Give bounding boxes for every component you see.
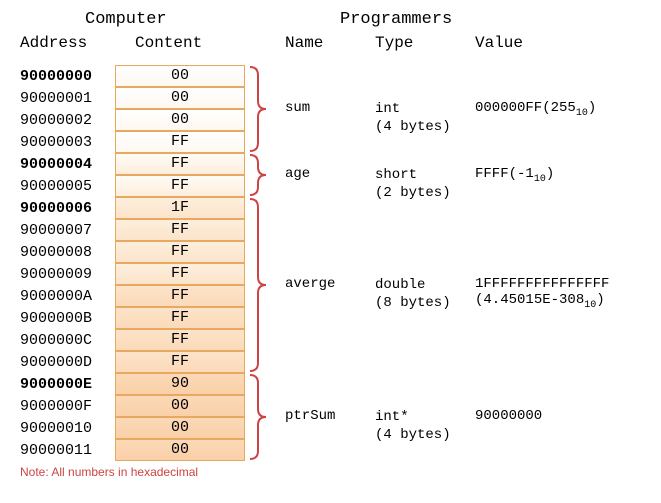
table-row: 9000000BFF: [20, 307, 245, 329]
table-row: 9000000200: [20, 109, 245, 131]
address-cell: 90000000: [20, 68, 115, 85]
content-cell: FF: [115, 241, 245, 263]
table-row: 90000003FF: [20, 131, 245, 153]
address-cell: 90000004: [20, 156, 115, 173]
content-cell: FF: [115, 307, 245, 329]
content-cell: 90: [115, 373, 245, 395]
table-row: 9000000CFF: [20, 329, 245, 351]
header-address: Address: [20, 34, 87, 52]
address-cell: 9000000E: [20, 376, 115, 393]
table-row: 9000000E90: [20, 373, 245, 395]
table-row: 90000004FF: [20, 153, 245, 175]
variable-name: age: [285, 166, 310, 182]
table-row: 90000009FF: [20, 263, 245, 285]
brace-icon: [248, 197, 268, 373]
content-cell: FF: [115, 175, 245, 197]
table-row: 900000061F: [20, 197, 245, 219]
header-computer: Computer: [85, 10, 167, 29]
variable-value: 90000000: [475, 408, 542, 424]
address-cell: 90000002: [20, 112, 115, 129]
brace-icon: [248, 373, 268, 461]
note-text: Note: All numbers in hexadecimal: [20, 465, 198, 479]
table-row: 9000001000: [20, 417, 245, 439]
address-cell: 90000001: [20, 90, 115, 107]
address-cell: 90000008: [20, 244, 115, 261]
table-row: 9000000AFF: [20, 285, 245, 307]
table-row: 9000000000: [20, 65, 245, 87]
content-cell: 00: [115, 65, 245, 87]
table-row: 9000000100: [20, 87, 245, 109]
header-type: Type: [375, 34, 413, 52]
content-cell: 00: [115, 87, 245, 109]
variable-name: ptrSum: [285, 408, 335, 424]
address-cell: 90000007: [20, 222, 115, 239]
table-row: 9000001100: [20, 439, 245, 461]
variable-type: short(2 bytes): [375, 166, 451, 202]
header-content: Content: [135, 34, 202, 52]
content-cell: 1F: [115, 197, 245, 219]
variable-name: sum: [285, 100, 310, 116]
address-cell: 90000005: [20, 178, 115, 195]
address-cell: 9000000B: [20, 310, 115, 327]
address-cell: 90000003: [20, 134, 115, 151]
content-cell: FF: [115, 219, 245, 241]
content-cell: FF: [115, 351, 245, 373]
address-cell: 9000000D: [20, 354, 115, 371]
content-cell: 00: [115, 109, 245, 131]
address-cell: 9000000F: [20, 398, 115, 415]
header-name: Name: [285, 34, 323, 52]
variable-value: 1FFFFFFFFFFFFFFF(4.45015E-30810): [475, 276, 609, 311]
address-cell: 90000006: [20, 200, 115, 217]
content-cell: 00: [115, 439, 245, 461]
address-cell: 9000000A: [20, 288, 115, 305]
brace-icon: [248, 153, 268, 197]
content-cell: 00: [115, 395, 245, 417]
address-cell: 90000010: [20, 420, 115, 437]
variable-value: FFFF(-110): [475, 166, 554, 185]
variable-type: int*(4 bytes): [375, 408, 451, 444]
table-row: 9000000DFF: [20, 351, 245, 373]
table-row: 90000005FF: [20, 175, 245, 197]
content-cell: 00: [115, 417, 245, 439]
variable-type: int(4 bytes): [375, 100, 451, 136]
variable-type: double(8 bytes): [375, 276, 451, 312]
variable-name: averge: [285, 276, 335, 292]
content-cell: FF: [115, 285, 245, 307]
table-row: 90000007FF: [20, 219, 245, 241]
content-cell: FF: [115, 131, 245, 153]
table-row: 9000000F00: [20, 395, 245, 417]
header-programmers: Programmers: [340, 10, 452, 29]
content-cell: FF: [115, 263, 245, 285]
address-cell: 9000000C: [20, 332, 115, 349]
header-value: Value: [475, 34, 523, 52]
brace-icon: [248, 65, 268, 153]
memory-table: 90000000009000000100900000020090000003FF…: [20, 65, 245, 461]
content-cell: FF: [115, 329, 245, 351]
address-cell: 90000009: [20, 266, 115, 283]
address-cell: 90000011: [20, 442, 115, 459]
table-row: 90000008FF: [20, 241, 245, 263]
content-cell: FF: [115, 153, 245, 175]
variable-value: 000000FF(25510): [475, 100, 596, 119]
